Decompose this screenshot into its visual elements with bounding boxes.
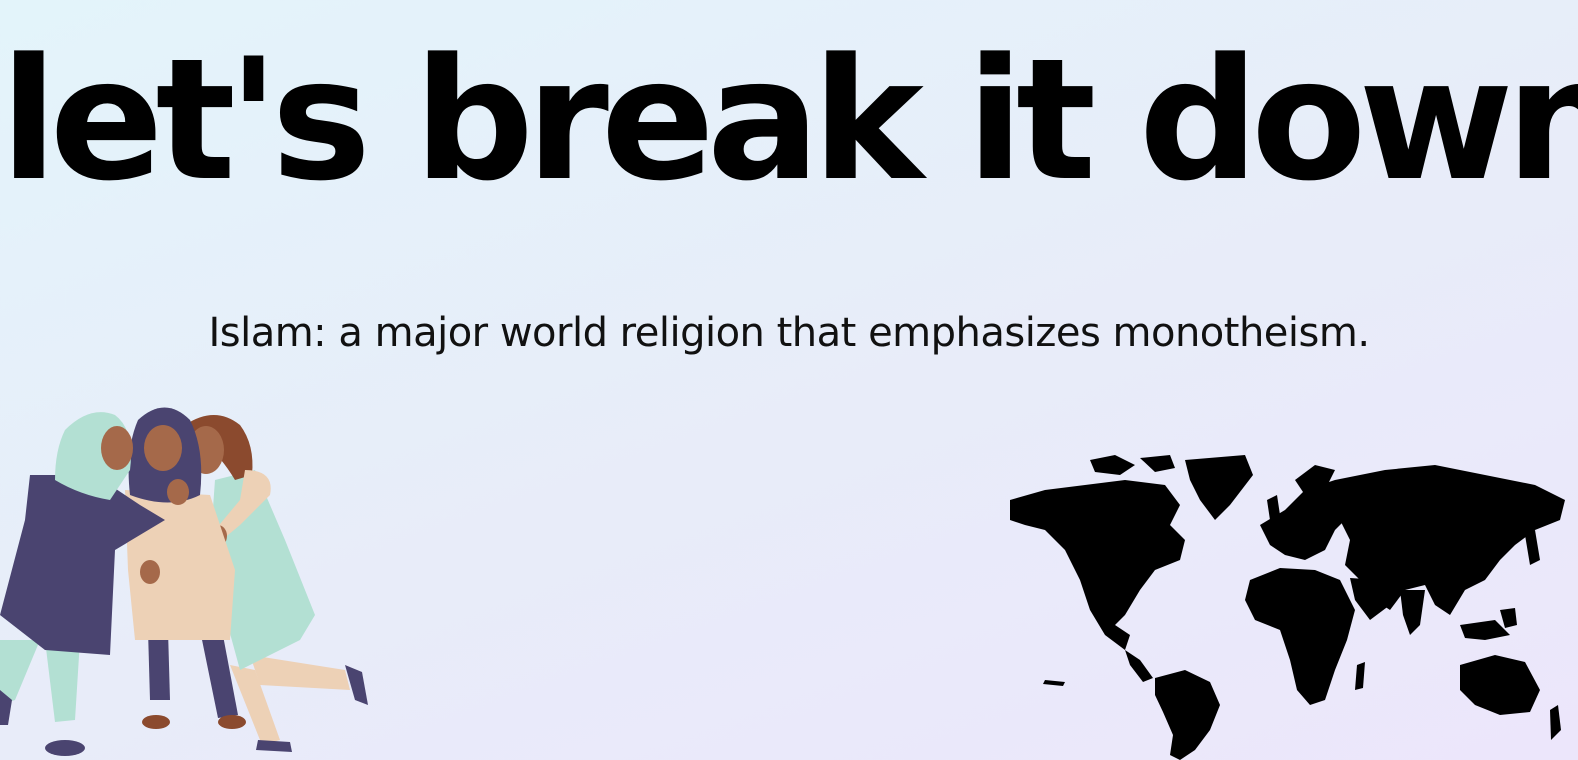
slide-subtitle: Islam: a major world religion that empha… (208, 310, 1370, 356)
slide: let's break it down Islam: a major world… (0, 0, 1578, 760)
slide-title: let's break it down (0, 22, 1578, 218)
world-map-silhouette (1010, 455, 1565, 760)
three-women-hugging-illustration (0, 407, 368, 756)
